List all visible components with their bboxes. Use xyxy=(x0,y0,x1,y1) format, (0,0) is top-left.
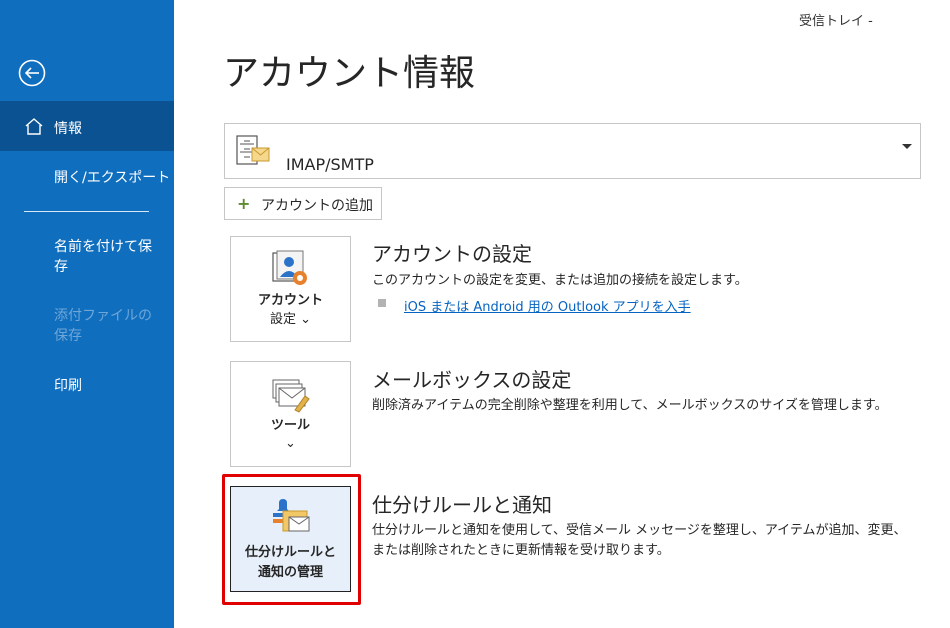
tools-button[interactable]: ツール ⌄ xyxy=(230,361,351,467)
plus-icon: + xyxy=(237,194,251,213)
sidebar-item-label: 添付ファイルの保存 xyxy=(54,308,152,344)
back-arrow-icon[interactable] xyxy=(18,59,46,87)
account-dropdown[interactable]: IMAP/SMTP xyxy=(224,123,921,179)
sidebar-item-label: 印刷 xyxy=(54,378,82,394)
section-title: メールボックスの設定 xyxy=(372,368,572,392)
backstage-sidebar: 情報 開く/エクスポート 名前を付けて保存 添付ファイルの保存 印刷 xyxy=(0,0,174,628)
sidebar-item-label: 名前を付けて保存 xyxy=(54,239,152,275)
section-title: 仕分けルールと通知 xyxy=(372,493,552,517)
sidebar-item-save-attachments: 添付ファイルの保存 xyxy=(0,306,174,346)
sidebar-item-info[interactable]: 情報 xyxy=(0,101,174,151)
bullet-icon xyxy=(378,299,386,307)
home-icon xyxy=(25,118,43,135)
window-title: 受信トレイ - xyxy=(799,14,873,29)
outlook-mobile-link[interactable]: iOS または Android 用の Outlook アプリを入手 xyxy=(404,296,691,315)
section-title: アカウントの設定 xyxy=(372,242,532,266)
tile-label: ⌄ xyxy=(285,436,296,451)
tile-label: 設定 ⌄ xyxy=(269,312,312,327)
account-settings-icon xyxy=(272,250,307,285)
sidebar-divider xyxy=(24,211,149,212)
page-title: アカウント情報 xyxy=(223,53,476,94)
sidebar-item-label: 情報 xyxy=(54,121,82,137)
sidebar-item-label: 開く/エクスポート xyxy=(54,170,171,186)
sidebar-item-print[interactable]: 印刷 xyxy=(0,375,174,397)
add-account-button[interactable]: + アカウントの追加 xyxy=(224,187,382,220)
mail-server-icon xyxy=(236,135,270,165)
tile-label: ツール xyxy=(270,418,310,433)
tile-label: アカウント xyxy=(257,293,323,308)
section-description: このアカウントの設定を変更、または追加の接続を設定します。 xyxy=(372,273,748,288)
add-account-label: アカウントの追加 xyxy=(261,198,373,214)
mailbox-tools-icon xyxy=(272,379,310,413)
account-settings-button[interactable]: アカウント 設定 ⌄ xyxy=(230,236,351,342)
section-description: 仕分けルールと通知を使用して、受信メール メッセージを整理し、アイテムが追加、変… xyxy=(372,523,907,558)
sidebar-item-save-as[interactable]: 名前を付けて保存 xyxy=(0,237,174,277)
section-description: 削除済みアイテムの完全削除や整理を利用して、メールボックスのサイズを管理します。 xyxy=(372,398,888,413)
sidebar-item-open-export[interactable]: 開く/エクスポート xyxy=(0,167,174,189)
chevron-down-icon xyxy=(902,144,912,149)
highlight-box xyxy=(222,474,361,605)
account-name: IMAP/SMTP xyxy=(286,155,374,174)
